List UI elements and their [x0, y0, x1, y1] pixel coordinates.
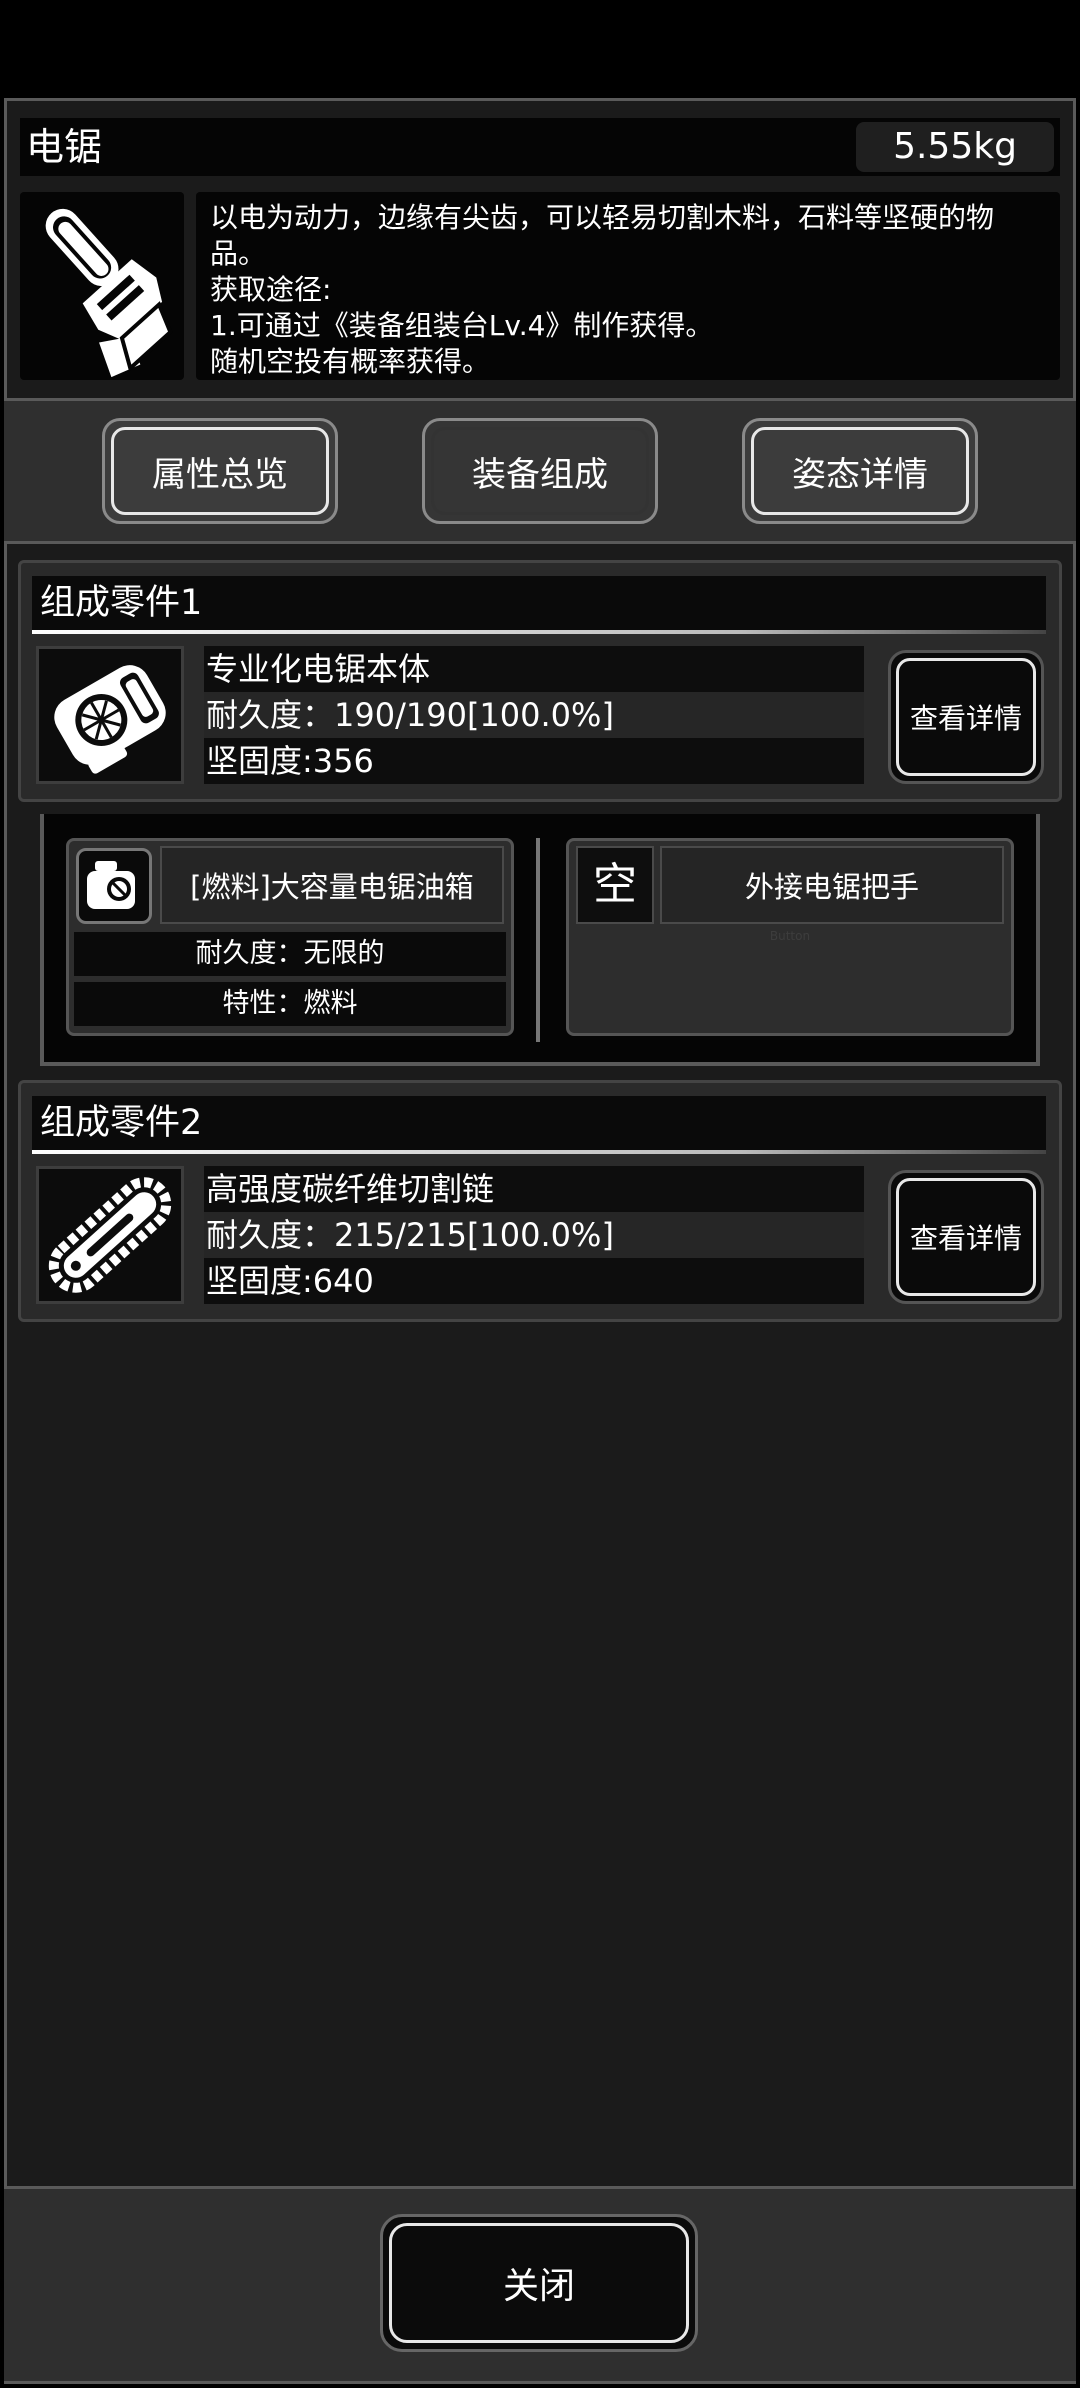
part-image-frame: [36, 1166, 184, 1304]
empty-slot-mark: 空: [576, 846, 654, 924]
description-line: 随机空投有概率获得。: [210, 345, 491, 378]
chainsaw-body-icon: [54, 665, 166, 774]
tab-label: 姿态详情: [792, 454, 928, 495]
header-underline: [32, 630, 1046, 634]
item-description: 以电为动力，边缘有尖齿，可以轻易切割木料，石料等坚硬的物 品。 获取途径: 1.…: [210, 200, 1056, 380]
chainsaw-icon: [45, 208, 173, 378]
item-title: 电锯: [26, 125, 103, 169]
part-header: 组成零件2: [32, 1096, 1046, 1150]
close-button[interactable]: 关闭: [380, 2214, 698, 2352]
part-durability: 耐久度：190/190[100.0%]: [204, 692, 864, 738]
tab-attribute-overview[interactable]: 属性总览: [102, 418, 338, 524]
button-label: 查看详情: [909, 702, 1022, 735]
divider: [4, 541, 1076, 544]
subpart-name: [燃料]大容量电锯油箱: [160, 846, 504, 924]
item-weight: 5.55kg: [856, 122, 1054, 172]
part-hardness: 坚固度:356: [204, 738, 864, 784]
part-name: 高强度碳纤维切割链: [204, 1166, 864, 1212]
part-header: 组成零件1: [32, 576, 1046, 630]
tab-label: 装备组成: [472, 454, 608, 495]
subpart-durability: 耐久度：无限的: [74, 932, 506, 976]
tab-equipment-composition[interactable]: 装备组成: [422, 418, 658, 524]
part-image-frame: [36, 646, 184, 784]
part-name: 专业化电锯本体: [204, 646, 864, 692]
description-line: 品。: [210, 237, 267, 270]
slot-separator: [536, 838, 540, 1042]
chain-blade-icon: [48, 1177, 172, 1293]
subpart-name: 外接电锯把手: [660, 846, 1004, 924]
description-line: 以电为动力，边缘有尖齿，可以轻易切割木料，石料等坚硬的物: [210, 201, 995, 234]
part-hardness: 坚固度:640: [204, 1258, 864, 1304]
header-underline: [32, 1150, 1046, 1154]
tab-label: 属性总览: [152, 454, 288, 495]
item-image-frame: [20, 192, 184, 380]
view-details-button[interactable]: 查看详情: [888, 650, 1044, 784]
description-line: 获取途径:: [210, 273, 332, 306]
description-line: 1.可通过《装备组装台Lv.4》制作获得。: [210, 309, 714, 342]
button-label: 关闭: [502, 2266, 575, 2307]
subpart-image-frame: [76, 848, 152, 924]
part-durability: 耐久度：215/215[100.0%]: [204, 1212, 864, 1258]
button-label: 查看详情: [909, 1222, 1022, 1255]
slot-button-label[interactable]: Button: [760, 928, 820, 944]
view-details-button[interactable]: 查看详情: [888, 1170, 1044, 1304]
tab-stance-details[interactable]: 姿态详情: [742, 418, 978, 524]
fuel-tank-icon: [87, 861, 135, 909]
subpart-trait: 特性：燃料: [74, 982, 506, 1026]
